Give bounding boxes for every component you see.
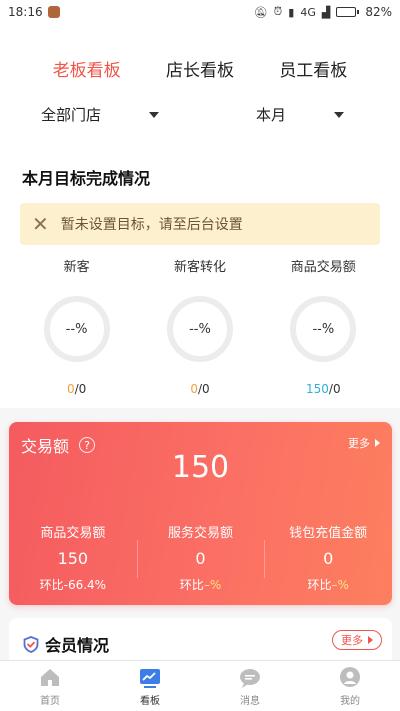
column-compare: 环比–% <box>179 578 222 592</box>
nav-label: 首页 <box>40 695 60 707</box>
revenue-total: 150 <box>171 450 230 485</box>
nav-label: 我的 <box>340 695 360 707</box>
revenue-column-wallet: 钱包充值金额 0 环比–% <box>264 522 392 593</box>
close-icon[interactable]: ✕ <box>32 214 49 234</box>
goals-section-title: 本月目标完成情况 <box>22 169 151 188</box>
shield-icon <box>23 635 39 653</box>
battery-percent: 82% <box>365 5 392 19</box>
metric-done: 150 <box>306 382 329 396</box>
signal-icon: ▮ <box>288 5 295 19</box>
alarm-icon: ⏰︎ <box>273 5 283 18</box>
revenue-column-product: 商品交易额 150 环比-66.4% <box>9 522 137 593</box>
metric-percent: --% <box>65 321 88 337</box>
goals-panel: 老板看板 店长看板 员工看板 全部门店 本月 本月目标完成情况 ✕ 暂未设置目标… <box>0 24 400 408</box>
dashboard-page: 18:16 🔕︎ ⏰︎ ▮ 4G ▟ 82% 老板看板 店长看板 员工看板 全部… <box>0 0 400 711</box>
metric-percent: --% <box>312 321 335 337</box>
nav-label: 消息 <box>240 695 260 707</box>
revenue-column-service: 服务交易额 0 环比–% <box>136 522 265 593</box>
progress-ring: --% <box>166 296 233 362</box>
metric-total: /0 <box>328 382 341 396</box>
progress-ring: --% <box>290 296 357 362</box>
tab-staff-board[interactable]: 员工看板 <box>279 56 347 81</box>
metric-new-customer-conversion: 新客转化 --% 0/0 <box>145 256 255 396</box>
mute-icon: 🔕︎ <box>253 5 268 19</box>
battery-icon <box>336 7 360 17</box>
profile-icon <box>340 666 360 687</box>
column-label: 服务交易额 <box>168 526 234 541</box>
nav-profile[interactable]: 我的 <box>300 661 400 711</box>
revenue-card: 交易额 ? 更多 150 商品交易额 150 环比-66.4% 服务交易额 0 … <box>9 422 392 605</box>
tab-manager-board[interactable]: 店长看板 <box>166 56 234 81</box>
app-notification-icon <box>47 6 60 18</box>
metric-done: 0 <box>190 382 198 396</box>
cell-signal-icon: ▟ <box>321 5 331 19</box>
member-title: 会员情况 <box>45 636 110 655</box>
goal-notice-text: 暂未设置目标，请至后台设置 <box>60 217 243 233</box>
compare-value: -66.4% <box>63 578 107 592</box>
column-value: 150 <box>57 549 89 568</box>
metric-percent: --% <box>189 321 211 337</box>
bottom-navigation: 首页 看板 消息 我的 <box>0 660 400 711</box>
column-label: 钱包充值金额 <box>289 526 368 541</box>
home-icon <box>41 668 59 686</box>
progress-ring: --% <box>43 296 110 362</box>
chevron-right-icon <box>375 439 380 447</box>
metric-new-customers: 新客 --% 0/0 <box>22 256 132 396</box>
nav-home[interactable]: 首页 <box>0 661 100 711</box>
period-filter-label: 本月 <box>255 106 286 124</box>
metric-label: 新客转化 <box>173 260 226 275</box>
dashboard-icon <box>140 668 160 688</box>
metric-label: 新客 <box>63 260 90 275</box>
store-filter-dropdown[interactable]: 全部门店 <box>0 104 200 125</box>
nav-messages[interactable]: 消息 <box>200 661 300 711</box>
metric-product-sales: 商品交易额 --% 150/0 <box>268 256 378 396</box>
message-icon <box>240 668 260 688</box>
compare-value: –% <box>203 578 222 592</box>
network-label: 4G <box>300 5 316 19</box>
metric-done: 0 <box>66 382 75 396</box>
nav-dashboard[interactable]: 看板 <box>100 661 200 711</box>
tab-boss-board[interactable]: 老板看板 <box>53 56 121 81</box>
status-bar: 18:16 🔕︎ ⏰︎ ▮ 4G ▟ 82% <box>0 0 400 24</box>
revenue-more-link[interactable]: 更多 <box>348 435 380 451</box>
metric-ratio: 0/0 <box>190 382 209 396</box>
revenue-breakdown: 商品交易额 150 环比-66.4% 服务交易额 0 环比–% 钱包充值金额 0… <box>9 522 392 593</box>
column-value: 0 <box>323 549 334 568</box>
metric-total: /0 <box>197 382 210 396</box>
column-compare: 环比-66.4% <box>39 578 107 592</box>
more-label: 更多 <box>348 437 370 450</box>
status-time: 18:16 <box>8 5 43 19</box>
metric-ratio: 150/0 <box>306 382 341 396</box>
chevron-right-icon <box>368 636 373 644</box>
period-filter-dropdown[interactable]: 本月 <box>200 104 400 125</box>
column-label: 商品交易额 <box>40 526 106 541</box>
goal-notice-banner: ✕ 暂未设置目标，请至后台设置 <box>20 203 380 245</box>
filter-bar: 全部门店 本月 <box>0 104 400 125</box>
caret-down-icon <box>334 111 344 118</box>
member-more-button[interactable]: 更多 <box>332 630 382 650</box>
column-value: 0 <box>195 549 206 568</box>
nav-label: 看板 <box>140 695 160 707</box>
goal-metrics: 新客 --% 0/0 新客转化 --% 0/0 商品交易额 --% 150/0 <box>0 256 400 396</box>
board-tabs: 老板看板 店长看板 员工看板 <box>0 56 400 81</box>
metric-label: 商品交易额 <box>290 260 356 275</box>
more-label: 更多 <box>341 634 363 647</box>
column-compare: 环比–% <box>307 578 349 592</box>
metric-total: /0 <box>74 382 87 396</box>
store-filter-label: 全部门店 <box>40 106 101 124</box>
caret-down-icon <box>149 111 159 118</box>
compare-value: –% <box>331 578 349 592</box>
metric-ratio: 0/0 <box>67 382 86 396</box>
